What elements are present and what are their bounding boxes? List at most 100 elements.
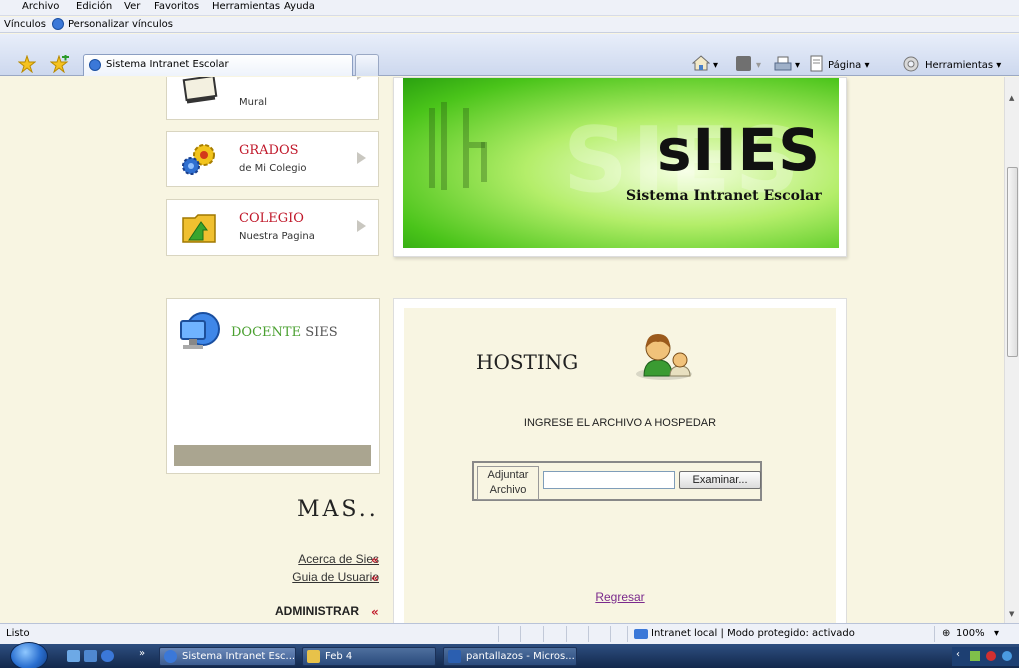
nav-card-grados[interactable]: GRADOS de Mi Colegio	[166, 131, 379, 187]
task-sistema-intranet[interactable]: Sistema Intranet Esc...	[159, 647, 296, 666]
menu-ver[interactable]: Ver	[124, 1, 140, 12]
status-divider	[520, 626, 521, 642]
network-icon[interactable]	[970, 651, 980, 661]
status-text: Listo	[6, 628, 30, 639]
start-button[interactable]	[10, 642, 48, 668]
status-bar: Listo Intranet local | Modo protegido: a…	[0, 623, 1019, 644]
link-guia-de-usuario[interactable]: Guia de Usuario	[292, 570, 379, 584]
nav-card-colegio[interactable]: COLEGIO Nuestra Pagina	[166, 199, 379, 256]
menu-edicion[interactable]: Edición	[76, 1, 112, 12]
favorites-star-icon[interactable]	[18, 55, 36, 73]
menu-herramientas[interactable]: Herramientas	[212, 1, 280, 12]
print-icon[interactable]	[774, 55, 792, 73]
page-content: Mural GRADOS de Mi Colegio COLEGIO Nuest…	[0, 77, 1004, 623]
links-label: Vínculos	[4, 19, 46, 30]
raquo-icon: «	[371, 571, 379, 585]
raquo-icon: «	[371, 553, 379, 567]
banner-emblem-icon	[429, 102, 487, 190]
security-zone[interactable]: Intranet local | Modo protegido: activad…	[651, 628, 855, 639]
ie-task-icon	[164, 650, 177, 663]
home-dropdown-icon[interactable]: ▾	[713, 60, 718, 71]
admin-link[interactable]: ADMINISTRAR	[275, 604, 359, 618]
zoom-icon[interactable]: ⊕	[942, 628, 950, 639]
nav-mural-subtitle: Mural	[239, 97, 267, 108]
scroll-up-icon[interactable]: ▲	[1009, 94, 1014, 102]
status-divider	[610, 626, 611, 642]
nav-card-mural[interactable]: Mural	[166, 77, 379, 120]
status-divider	[543, 626, 544, 642]
page-menu[interactable]: Página ▾	[828, 60, 870, 71]
mas-title: MAS..	[297, 497, 379, 522]
nav-arrow-icon	[357, 152, 366, 164]
task-pantallazos[interactable]: pantallazos - Micros...	[443, 647, 577, 666]
page-icon[interactable]	[809, 55, 825, 73]
file-path-input[interactable]	[543, 471, 675, 489]
siies-banner: SIES sIIES Sistema Intranet Escolar	[403, 78, 839, 248]
hosting-frame: HOSTING INGRESE EL ARCHIVO A HOSPEDAR Ad…	[393, 298, 847, 623]
home-icon[interactable]	[692, 54, 710, 72]
nav-colegio-title: COLEGIO	[239, 211, 304, 226]
intranet-zone-icon	[634, 629, 648, 639]
menu-bar: Archivo Edición Ver Favoritos Herramient…	[0, 0, 1019, 16]
scroll-down-icon[interactable]: ▼	[1009, 610, 1014, 618]
tab-sistema-intranet[interactable]: Sistema Intranet Escolar	[83, 54, 353, 76]
banner-tagline: Sistema Intranet Escolar	[626, 188, 822, 204]
menu-ayuda[interactable]: Ayuda	[284, 1, 315, 12]
nav-colegio-subtitle: Nuestra Pagina	[239, 231, 315, 242]
zoom-dropdown-icon[interactable]: ▾	[994, 628, 999, 639]
feeds-dropdown-icon[interactable]: ▾	[756, 60, 761, 71]
word-task-icon	[448, 650, 461, 663]
browse-button[interactable]: Examinar...	[679, 471, 761, 489]
gears-icon	[182, 144, 215, 175]
scrollbar-thumb[interactable]	[1007, 167, 1018, 357]
banner-logo: sIIES	[657, 116, 822, 184]
upload-label: Adjuntar Archivo	[477, 466, 539, 500]
show-desktop-icon[interactable]	[67, 650, 80, 662]
menu-favoritos[interactable]: Favoritos	[154, 1, 199, 12]
folder-task-icon	[307, 650, 320, 663]
new-tab-button[interactable]	[355, 54, 379, 76]
status-divider	[498, 626, 499, 642]
status-divider	[934, 626, 935, 642]
raquo-icon: «	[371, 605, 379, 619]
computer-icon	[180, 312, 220, 349]
print-dropdown-icon[interactable]: ▾	[795, 60, 800, 71]
task-label: Sistema Intranet Esc...	[182, 651, 296, 662]
status-divider	[588, 626, 589, 642]
hosting-title: HOSTING	[476, 350, 579, 374]
personalize-links[interactable]: Personalizar vínculos	[68, 19, 173, 30]
task-feb4[interactable]: Feb 4	[302, 647, 436, 666]
vertical-scrollbar[interactable]: ▲ ▼	[1004, 77, 1019, 623]
hosting-instruction: INGRESE EL ARCHIVO A HOSPEDAR	[523, 417, 717, 429]
links-bar: Vínculos Personalizar vínculos	[0, 17, 1019, 33]
add-favorite-icon[interactable]	[50, 55, 70, 73]
ie-tab-icon	[89, 59, 101, 71]
docente-label-b: SIES	[305, 325, 338, 340]
docente-card[interactable]: DOCENTE SIES	[166, 298, 380, 474]
task-label: pantallazos - Micros...	[466, 651, 575, 662]
hosting-panel: HOSTING INGRESE EL ARCHIVO A HOSPEDAR Ad…	[404, 308, 836, 623]
update-icon[interactable]	[1002, 651, 1012, 661]
tools-gear-icon[interactable]	[902, 55, 920, 73]
menu-archivo[interactable]: Archivo	[22, 1, 59, 12]
zoom-level[interactable]: 100%	[956, 628, 985, 639]
feeds-icon[interactable]	[736, 56, 751, 71]
security-alert-icon[interactable]	[986, 651, 996, 661]
more-icon[interactable]: »	[139, 648, 145, 659]
tray-expand-icon[interactable]: ‹	[956, 649, 960, 660]
task-label: Feb 4	[325, 651, 353, 662]
taskbar: » Sistema Intranet Esc... Feb 4 pantalla…	[0, 642, 1019, 668]
nav-grados-title: GRADOS	[239, 143, 299, 158]
tools-menu[interactable]: Herramientas ▾	[925, 60, 1001, 71]
back-link[interactable]: Regresar	[404, 590, 836, 604]
tab-bar: Sistema Intranet Escolar ▾ ▾ ▾ Página ▾ …	[0, 34, 1019, 76]
nav-grados-subtitle: de Mi Colegio	[239, 163, 307, 174]
docente-bar	[174, 445, 371, 466]
users-icon	[636, 334, 692, 380]
nav-arrow-icon	[357, 220, 366, 232]
docente-label: DOCENTE SIES	[231, 325, 338, 340]
status-divider	[627, 626, 628, 642]
link-acerca-de-sies[interactable]: Acerca de Sies	[298, 552, 379, 566]
switch-windows-icon[interactable]	[84, 650, 97, 662]
ie-quicklaunch-icon[interactable]	[101, 650, 114, 662]
